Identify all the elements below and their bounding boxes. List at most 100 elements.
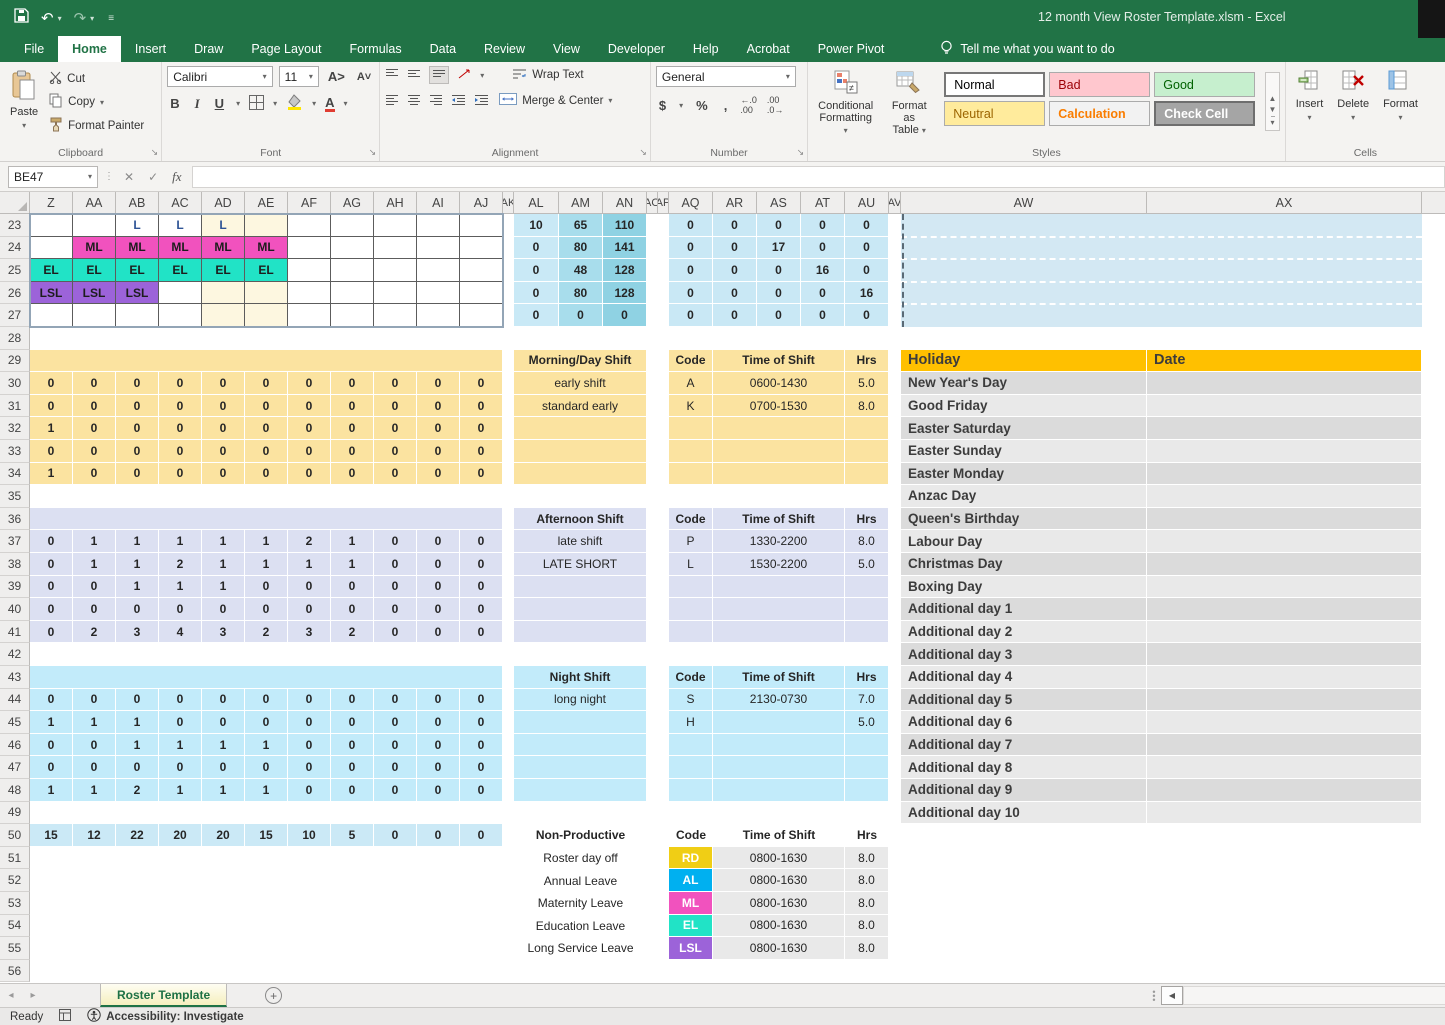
night-shift-label[interactable]	[514, 779, 647, 802]
macro-record-icon[interactable]	[59, 1009, 71, 1024]
morning-shift-label[interactable]: standard early	[514, 395, 647, 418]
morning-hrs-cell[interactable]: 8.0	[845, 395, 889, 418]
row-header-36[interactable]: 36	[0, 508, 30, 531]
roster-cell[interactable]: ML	[116, 237, 159, 260]
night-code-cell[interactable]: H	[669, 711, 713, 734]
leave-total-cell[interactable]: 0	[801, 304, 845, 327]
shift-total-cell[interactable]: 80	[559, 237, 603, 260]
night-count-cell[interactable]: 0	[202, 689, 245, 712]
holiday-date-cell[interactable]	[1147, 485, 1422, 508]
night-code-cell[interactable]	[669, 779, 713, 802]
roster-cell[interactable]	[374, 259, 417, 282]
afternoon-count-cell[interactable]: 2	[245, 621, 288, 644]
night-time-cell[interactable]: 2130-0730	[713, 689, 845, 712]
conditional-formatting-dropdown-icon[interactable]: ▾	[844, 126, 848, 135]
roster-cell[interactable]	[288, 259, 331, 282]
night-count-cell[interactable]: 0	[288, 756, 331, 779]
morning-time-cell[interactable]	[713, 440, 845, 463]
paste-dropdown-icon[interactable]: ▾	[22, 121, 26, 130]
row-header-51[interactable]: 51	[0, 847, 30, 870]
afternoon-count-cell[interactable]: 1	[159, 530, 202, 553]
leave-total-cell[interactable]: 17	[757, 237, 801, 260]
roster-cell[interactable]	[245, 214, 288, 237]
holiday-date-cell[interactable]	[1147, 621, 1422, 644]
morning-count-cell[interactable]: 0	[331, 417, 374, 440]
afternoon-count-cell[interactable]: 0	[374, 621, 417, 644]
morning-count-cell[interactable]: 0	[245, 395, 288, 418]
row-header-23[interactable]: 23	[0, 214, 30, 237]
notes-area[interactable]	[901, 214, 1422, 327]
row-header-55[interactable]: 55	[0, 937, 30, 960]
roster-cell[interactable]	[331, 304, 374, 327]
underline-icon[interactable]: U	[212, 96, 227, 111]
morning-time-cell[interactable]: 0600-1430	[713, 372, 845, 395]
afternoon-count-cell[interactable]: 2	[331, 621, 374, 644]
cell-style-calculation[interactable]: Calculation	[1049, 101, 1150, 126]
column-header-AL[interactable]: AL	[514, 192, 559, 214]
night-hrs-cell[interactable]: 5.0	[845, 711, 889, 734]
night-count-cell[interactable]: 0	[460, 711, 503, 734]
column-header-AG[interactable]: AG	[331, 192, 374, 214]
holiday-header[interactable]: Holiday	[901, 350, 1147, 373]
afternoon-count-cell[interactable]: 0	[460, 598, 503, 621]
roster-cell[interactable]	[460, 282, 503, 305]
afternoon-count-cell[interactable]: 2	[159, 553, 202, 576]
italic-icon[interactable]: I	[192, 96, 203, 112]
ribbon-tab-file[interactable]: File	[10, 36, 58, 62]
column-header-AC[interactable]: AC	[159, 192, 202, 214]
font-family-select[interactable]: Calibri▾	[167, 66, 272, 87]
wrap-text-button[interactable]: Wrap Text	[510, 67, 585, 84]
morning-count-cell[interactable]: 0	[73, 417, 116, 440]
roster-cell[interactable]	[245, 304, 288, 327]
percent-style-icon[interactable]: %	[693, 98, 711, 113]
ribbon-tab-acrobat[interactable]: Acrobat	[733, 36, 804, 62]
insert-dropdown-icon[interactable]: ▾	[1308, 113, 1312, 122]
leave-total-cell[interactable]: 0	[845, 237, 889, 260]
confirm-entry-icon[interactable]: ✓	[144, 170, 162, 184]
afternoon-shift-label[interactable]: LATE SHORT	[514, 553, 647, 576]
morning-count-cell[interactable]: 0	[73, 463, 116, 486]
morning-code-cell[interactable]: A	[669, 372, 713, 395]
decrease-indent-icon[interactable]	[451, 94, 466, 108]
afternoon-count-cell[interactable]: 1	[116, 553, 159, 576]
leave-total-cell[interactable]: 0	[713, 282, 757, 305]
afternoon-count-cell[interactable]: 1	[73, 530, 116, 553]
grand-total-cell[interactable]: 15	[30, 824, 73, 847]
morning-count-cell[interactable]: 0	[116, 440, 159, 463]
ribbon-tab-page-layout[interactable]: Page Layout	[237, 36, 335, 62]
format-cells-button[interactable]: Format ▾	[1378, 66, 1423, 145]
nonproductive-time-cell[interactable]: 0800-1630	[713, 937, 845, 960]
afternoon-shift-label[interactable]: late shift	[514, 530, 647, 553]
holiday-name-cell[interactable]: Additional day 6	[901, 711, 1147, 734]
afternoon-code-cell[interactable]: P	[669, 530, 713, 553]
nonproductive-hrs-cell[interactable]: 8.0	[845, 937, 889, 960]
roster-cell[interactable]: EL	[159, 259, 202, 282]
morning-count-cell[interactable]: 0	[460, 372, 503, 395]
afternoon-hrs-header[interactable]: Hrs	[845, 508, 889, 531]
morning-band[interactable]	[30, 350, 503, 373]
leave-total-cell[interactable]: 0	[669, 214, 713, 237]
night-code-header[interactable]: Code	[669, 666, 713, 689]
morning-shift-label[interactable]	[514, 440, 647, 463]
afternoon-count-cell[interactable]: 0	[374, 598, 417, 621]
roster-cell[interactable]	[417, 304, 460, 327]
morning-count-cell[interactable]: 0	[288, 463, 331, 486]
borders-dropdown-icon[interactable]: ▾	[273, 99, 277, 108]
shift-total-cell[interactable]: 128	[603, 282, 647, 305]
column-header-AU[interactable]: AU	[845, 192, 889, 214]
cancel-entry-icon[interactable]: ✕	[120, 170, 138, 184]
night-hrs-header[interactable]: Hrs	[845, 666, 889, 689]
afternoon-count-cell[interactable]: 0	[116, 598, 159, 621]
column-header-AJ[interactable]: AJ	[460, 192, 503, 214]
roster-cell[interactable]: LSL	[30, 282, 73, 305]
align-middle-icon[interactable]	[407, 68, 421, 82]
column-header-AK[interactable]: AK	[503, 192, 514, 214]
scrollbar-grip-icon[interactable]: •••	[1147, 990, 1161, 1002]
morning-count-cell[interactable]: 0	[245, 372, 288, 395]
night-count-cell[interactable]: 0	[417, 779, 460, 802]
morning-count-cell[interactable]: 0	[417, 395, 460, 418]
fill-color-icon[interactable]	[286, 94, 303, 113]
afternoon-count-cell[interactable]: 1	[288, 553, 331, 576]
row-header-34[interactable]: 34	[0, 463, 30, 486]
accounting-format-icon[interactable]: $	[656, 98, 669, 113]
